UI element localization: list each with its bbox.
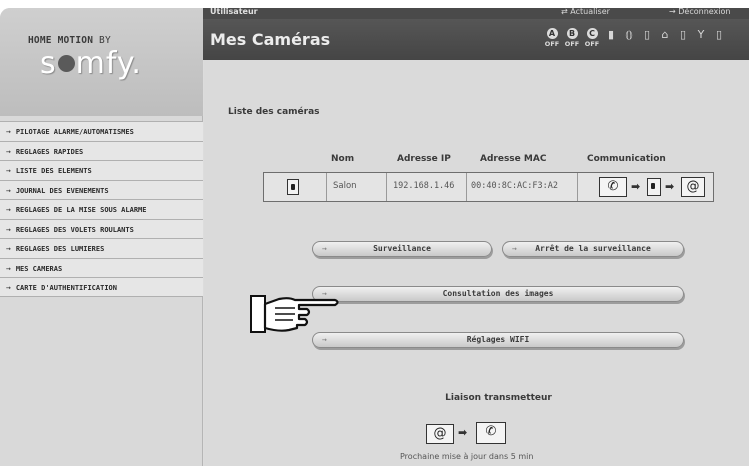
next-update-text: Prochaine mise à jour dans 5 min (400, 452, 534, 461)
sidebar-item-lumieres[interactable]: → REGLAGES DES LUMIERES (0, 238, 203, 258)
sidebar-item-journal[interactable]: → JOURNAL DES EVENEMENTS (0, 179, 203, 199)
stop-surveillance-button-label: Arrêt de la surveillance (535, 244, 651, 253)
sidebar-item-label: MES CAMERAS (15, 264, 63, 273)
arrow-right-icon: → (6, 263, 11, 273)
brand-tagline: HOME MOTION BY (28, 35, 111, 46)
zone-letter: B (566, 28, 578, 39)
refresh-icon: ⇄ (561, 8, 571, 16)
camera-icon (647, 178, 661, 196)
logout-link[interactable]: → Déconnexion (669, 8, 730, 16)
arrow-right-icon: → (6, 205, 11, 214)
phone-icon: ✆ (476, 422, 506, 444)
sidebar-item-volets[interactable]: → REGLAGES DES VOLETS ROULANTS (0, 218, 203, 238)
page-title: Mes Caméras (210, 30, 331, 49)
zone-letter: A (546, 28, 558, 39)
table-row[interactable]: Salon 192.168.1.46 00:40:8C:AC:F3:A2 ✆ ➡… (263, 172, 714, 202)
arrow-right-icon: → (6, 146, 11, 156)
sidebar-item-mise-sous-alarme[interactable]: → REGLAGES DE LA MISE SOUS ALARME (0, 199, 203, 219)
lock-icon: ▮ (607, 28, 615, 41)
arrow-right-icon: → (6, 166, 11, 175)
sidebar: HOME MOTION BY s mfy. → PILOTAGE ALARME/AU… (0, 8, 203, 466)
arrow-right-icon: → (6, 127, 11, 136)
arrow-right-icon: → (669, 8, 679, 16)
zone-state: OFF (564, 40, 580, 48)
sidebar-item-mes-cameras[interactable]: → MES CAMERAS (0, 257, 203, 277)
main-content: Liste des caméras Nom Adresse IP Adresse… (204, 60, 749, 466)
sidebar-item-label: REGLAGES DE LA MISE SOUS ALARME (15, 206, 147, 214)
refresh-link[interactable]: ⇄ Actualiser (561, 8, 610, 16)
logout-label: Déconnexion (678, 8, 731, 16)
shutter-icon: ▯ (679, 28, 687, 41)
stop-surveillance-button[interactable]: → Arrêt de la surveillance (502, 241, 684, 257)
cell-divider (326, 173, 327, 201)
zone-state: OFF (584, 40, 600, 48)
zone-letter: C (586, 28, 598, 39)
sidebar-menu: → PILOTAGE ALARME/AUTOMATISMES → REGLAGES … (0, 121, 203, 297)
sidebar-item-label: LISTE DES ELEMENTS (15, 167, 92, 175)
camera-icon (287, 179, 299, 195)
sidebar-item-label: REGLAGES DES LUMIERES (15, 245, 105, 253)
brand-tagline-by: BY (99, 35, 111, 46)
surveillance-button[interactable]: → Surveillance (312, 241, 492, 257)
app-frame: HOME MOTION BY s mfy. → PILOTAGE ALARME/AU… (0, 8, 749, 466)
column-header-name: Nom (331, 154, 355, 164)
email-icon: @ (426, 424, 454, 444)
consult-images-button[interactable]: → Consultation des images (312, 286, 684, 302)
wifi-settings-button-label: Réglages WIFI (466, 335, 530, 344)
system-status: A OFF B OFF C OFF ▮ ⦅⦆ ▯ ⌂ ▯ Y ▯ (545, 28, 725, 52)
phone-icon: ✆ (599, 177, 627, 197)
cell-divider (386, 173, 387, 201)
antenna-icon: Y (697, 28, 705, 41)
sidebar-item-reglages-rapides[interactable]: → REGLAGES RAPIDES (0, 140, 203, 160)
sidebar-item-label: JOURNAL DES EVENEMENTS (15, 186, 109, 195)
sidebar-item-label: REGLAGES DES VOLETS ROULANTS (15, 225, 134, 234)
sidebar-item-carte-auth[interactable]: → CARTE D'AUTHENTIFICATION (0, 277, 203, 297)
camera-name: Salon (333, 181, 357, 191)
email-icon: @ (681, 177, 705, 197)
arrow-right-icon: ➡ (631, 180, 641, 193)
sidebar-item-label: REGLAGES RAPIDES (15, 147, 84, 156)
consult-images-button-label: Consultation des images (442, 289, 554, 298)
camera-mac: 00:40:8C:AC:F3:A2 (471, 181, 558, 191)
arrow-right-icon: ➡ (458, 426, 468, 439)
arrow-right-icon: ➡ (665, 180, 675, 193)
arrow-right-icon: → (6, 244, 11, 253)
camera-ip: 192.168.1.46 (393, 181, 455, 191)
camera-list-title: Liste des caméras (228, 107, 320, 117)
home-icon: ⌂ (661, 28, 669, 41)
zone-state: OFF (544, 40, 560, 48)
arrow-right-icon: → (6, 185, 11, 195)
arrow-right-icon: → (322, 244, 327, 253)
pointing-hand-icon (250, 295, 339, 333)
arrow-right-icon: → (6, 224, 11, 234)
zone-a-status: A OFF (545, 28, 559, 48)
sidebar-item-label: PILOTAGE ALARME/AUTOMATISMES (15, 128, 134, 136)
refresh-label: Actualiser (570, 8, 610, 16)
cell-divider (466, 173, 467, 201)
somfy-logo: s mfy. (40, 46, 142, 81)
column-header-mac: Adresse MAC (480, 154, 547, 164)
arrow-right-icon: → (6, 283, 11, 292)
cell-divider (577, 173, 578, 201)
title-bar: Mes Caméras A OFF B OFF C OFF ▮ ⦅⦆ ▯ ⌂ ▯… (203, 19, 749, 60)
camera-table-header: Nom Adresse IP Adresse MAC Communication (204, 154, 749, 168)
battery-icon: ▯ (715, 28, 723, 41)
surveillance-button-label: Surveillance (373, 244, 431, 253)
zone-b-status: B OFF (565, 28, 579, 48)
column-header-ip: Adresse IP (397, 154, 451, 164)
signal-icon: ⦅⦆ (625, 28, 633, 41)
arrow-right-icon: → (512, 244, 517, 253)
logo-area: HOME MOTION BY s mfy. (0, 8, 203, 116)
wifi-settings-button[interactable]: → Réglages WIFI (312, 332, 684, 348)
door-icon: ▯ (643, 28, 651, 41)
liaison-title: Liaison transmetteur (445, 393, 552, 403)
sidebar-item-label: CARTE D'AUTHENTIFICATION (15, 284, 117, 292)
sidebar-item-liste-elements[interactable]: → LISTE DES ELEMENTS (0, 160, 203, 180)
sidebar-item-pilotage[interactable]: → PILOTAGE ALARME/AUTOMATISMES (0, 121, 203, 141)
column-header-communication: Communication (587, 154, 666, 164)
zone-c-status: C OFF (585, 28, 599, 48)
user-label: Utilisateur (210, 8, 258, 16)
brand-tagline-main: HOME MOTION (28, 35, 94, 46)
user-bar: Utilisateur ⇄ Actualiser → Déconnexion (203, 8, 749, 19)
